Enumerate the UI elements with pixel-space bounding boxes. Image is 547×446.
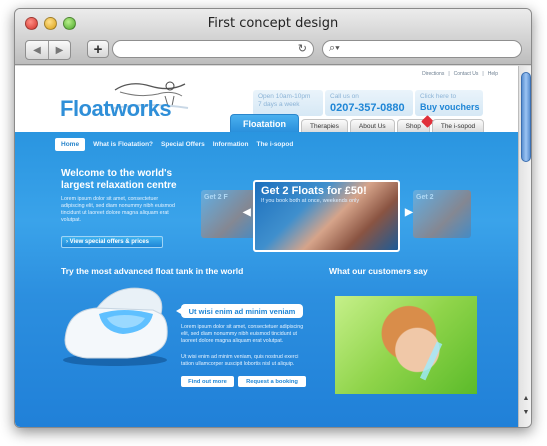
subnav-home[interactable]: Home — [55, 138, 86, 151]
slide-subtitle: If you book both at once, weekends only — [261, 198, 360, 204]
float-callout: Ut wisi enim ad minim veniam — [176, 304, 303, 318]
phone-box: Call us on 0207-357-0880 — [325, 90, 413, 116]
float-text-2: Ut wisi enim ad minim veniam, quis nostr… — [181, 354, 299, 367]
subnav-information[interactable]: Information — [213, 141, 249, 148]
subnav-what-is-floatation[interactable]: What is Floatation? — [93, 141, 153, 148]
site-logo[interactable]: Floatworks — [60, 96, 172, 122]
history-buttons: ◀ ▶ — [25, 40, 71, 60]
customer-photo — [335, 296, 477, 394]
browser-window: First concept design ◀ ▶ + ↻ ⌕▾ Directio… — [14, 8, 532, 428]
tab-therapies[interactable]: Therapies — [301, 119, 348, 132]
phone-number[interactable]: 0207-357-0880 — [330, 102, 405, 114]
toplink-contact[interactable]: Contact Us — [454, 71, 479, 77]
buy-vouchers-link[interactable]: Buy vouchers — [420, 102, 480, 112]
top-links: Directions | Contact Us | Help — [422, 71, 498, 77]
customers-heading: What our customers say — [329, 266, 428, 276]
address-bar[interactable]: ↻ — [112, 40, 314, 58]
subnav-i-sopod[interactable]: The i-sopod — [256, 141, 293, 148]
vouchers-box[interactable]: Click here to Buy vouchers — [415, 90, 483, 116]
subnav-special-offers[interactable]: Special Offers — [161, 141, 205, 148]
tab-i-sopod[interactable]: The i-sopod — [431, 119, 485, 132]
welcome-text: Lorem ipsum dolor sit amet, consectetuer… — [61, 196, 175, 223]
offers-carousel: Get 2 F Get 2 Get 2 Floats for £50! If y… — [201, 180, 473, 256]
search-bar[interactable]: ⌕▾ — [322, 40, 522, 58]
float-pod-image — [63, 287, 168, 366]
main-tabs: Floatation Therapies About Us Shop The i… — [230, 114, 485, 132]
carousel-slide-next[interactable]: Get 2 — [413, 190, 471, 238]
carousel-slide-current[interactable]: Get 2 Floats for £50! If you book both a… — [253, 180, 400, 252]
scroll-up-icon[interactable]: ▲ — [519, 393, 531, 405]
find-out-more-button[interactable]: Find out more — [181, 376, 234, 387]
scroll-thumb[interactable] — [521, 72, 531, 162]
float-text-1: Lorem ipsum dolor sit amet, consectetuer… — [181, 324, 304, 344]
toplink-help[interactable]: Help — [488, 71, 498, 77]
tab-floatation[interactable]: Floatation — [230, 114, 299, 132]
slide-title: Get 2 Floats for £50! — [261, 185, 367, 197]
sub-navigation: Home What is Floatation? Special Offers … — [55, 138, 293, 151]
search-icon: ⌕▾ — [329, 42, 340, 54]
float-tank-heading: Try the most advanced float tank in the … — [61, 266, 244, 276]
welcome-heading: Welcome to the world's largest relaxatio… — [61, 168, 177, 191]
scroll-down-icon[interactable]: ▼ — [519, 407, 531, 419]
tab-about-us[interactable]: About Us — [349, 119, 395, 132]
add-tab-button[interactable]: + — [87, 40, 109, 58]
forward-arrow-icon[interactable]: ▶ — [48, 41, 70, 59]
back-arrow-icon[interactable]: ◀ — [26, 41, 48, 59]
vertical-scrollbar[interactable]: ▲ ▼ — [518, 66, 531, 427]
site-header: Directions | Contact Us | Help Floatworks … — [15, 66, 518, 132]
reload-icon[interactable]: ↻ — [298, 42, 307, 55]
carousel-next-icon[interactable]: ▶ — [405, 207, 413, 218]
opening-hours-box: Open 10am-10pm 7 days a week — [253, 90, 323, 116]
tab-shop[interactable]: Shop — [396, 115, 434, 132]
request-booking-button[interactable]: Request a booking — [238, 376, 306, 387]
page-viewport: Directions | Contact Us | Help Floatworks … — [15, 66, 518, 427]
view-offers-button[interactable]: › View special offers & prices — [61, 236, 163, 248]
window-title: First concept design — [207, 16, 339, 31]
toplink-directions[interactable]: Directions — [422, 71, 444, 77]
hero-area: Home What is Floatation? Special Offers … — [15, 132, 518, 427]
title-bar: First concept design ◀ ▶ + ↻ ⌕▾ — [15, 9, 531, 65]
carousel-prev-icon[interactable]: ◀ — [243, 207, 251, 218]
